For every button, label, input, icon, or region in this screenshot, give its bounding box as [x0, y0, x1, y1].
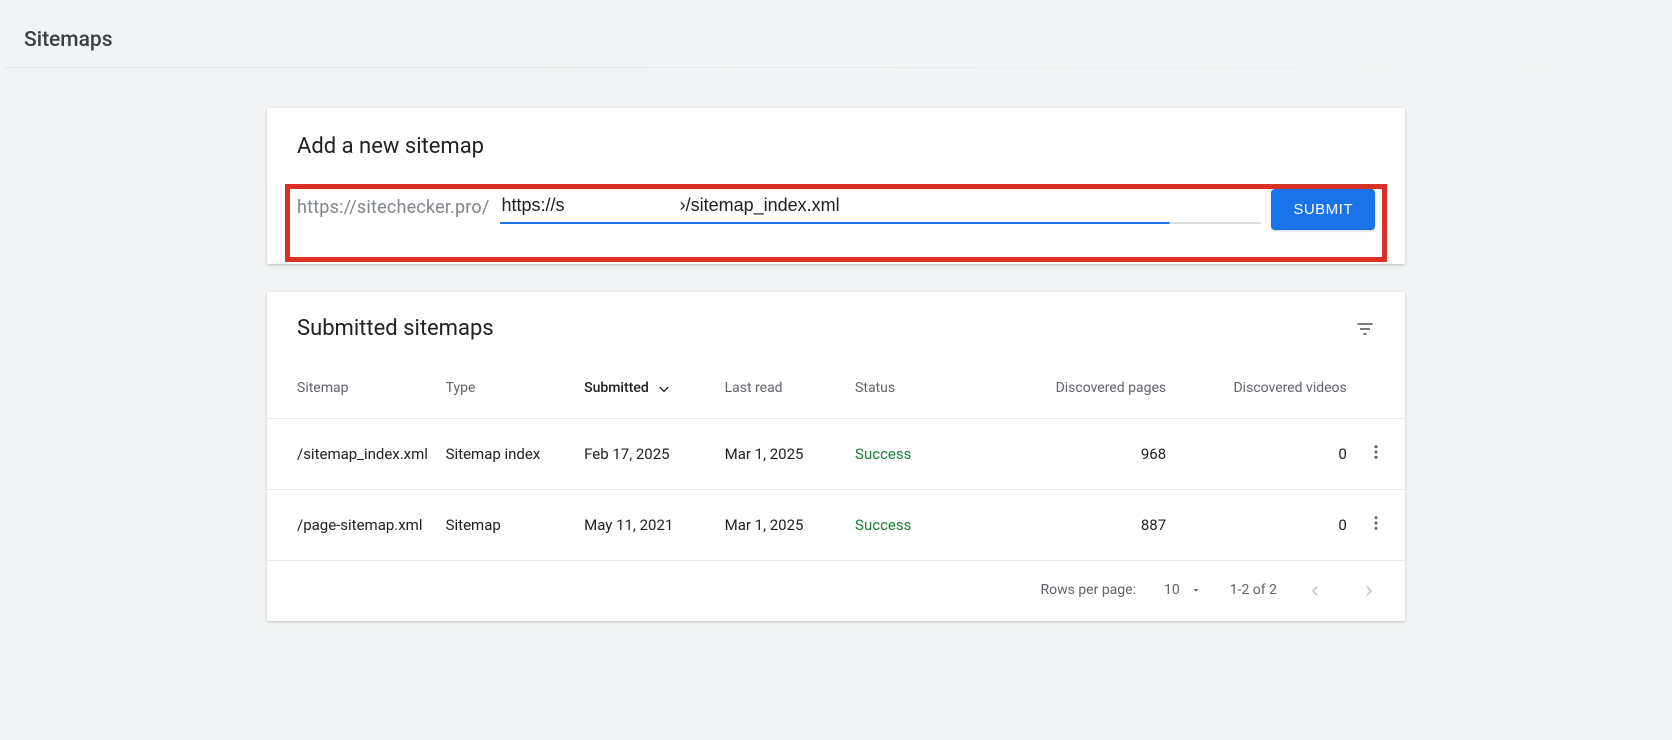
- filter-icon[interactable]: [1355, 319, 1375, 339]
- cell-last-read: Mar 1, 2025: [725, 490, 855, 561]
- submitted-sitemaps-card: Submitted sitemaps Sitemap Type Submitte…: [267, 292, 1405, 621]
- pagination: Rows per page: 10 1-2 of 2: [267, 561, 1405, 621]
- rows-per-page-label: Rows per page:: [1040, 582, 1135, 598]
- more-vert-icon[interactable]: [1367, 447, 1385, 465]
- cell-sitemap: /sitemap_index.xml: [267, 419, 446, 490]
- rows-per-page-select[interactable]: 10: [1164, 582, 1202, 598]
- cell-status: Success: [855, 490, 985, 561]
- table-row[interactable]: /sitemap_index.xml Sitemap index Feb 17,…: [267, 419, 1405, 490]
- cell-type: Sitemap index: [446, 419, 584, 490]
- col-submitted[interactable]: Submitted: [584, 349, 724, 419]
- rows-per-page-value: 10: [1164, 582, 1180, 598]
- page-title: Sitemaps: [24, 28, 1648, 52]
- cell-sitemap: /page-sitemap.xml: [267, 490, 446, 561]
- prev-page-icon[interactable]: [1305, 581, 1323, 599]
- cell-discovered-videos: 0: [1166, 490, 1347, 561]
- submit-button[interactable]: SUBMIT: [1271, 189, 1375, 230]
- more-vert-icon[interactable]: [1367, 518, 1385, 536]
- cell-submitted: May 11, 2021: [584, 490, 724, 561]
- next-page-icon[interactable]: [1359, 581, 1377, 599]
- col-discovered-videos[interactable]: Discovered videos: [1166, 349, 1347, 419]
- cell-submitted: Feb 17, 2025: [584, 419, 724, 490]
- cell-discovered-videos: 0: [1166, 419, 1347, 490]
- chevron-down-icon: [1190, 584, 1202, 596]
- add-sitemap-title: Add a new sitemap: [297, 134, 1375, 159]
- add-sitemap-card: Add a new sitemap https://sitechecker.pr…: [267, 108, 1405, 264]
- sitemaps-table: Sitemap Type Submitted Last read Status …: [267, 349, 1405, 561]
- submitted-sitemaps-title: Submitted sitemaps: [297, 316, 494, 341]
- col-sitemap[interactable]: Sitemap: [267, 349, 446, 419]
- col-submitted-label: Submitted: [584, 380, 649, 396]
- cell-discovered-pages: 968: [986, 419, 1167, 490]
- col-last-read[interactable]: Last read: [725, 349, 855, 419]
- cell-last-read: Mar 1, 2025: [725, 419, 855, 490]
- cell-discovered-pages: 887: [986, 490, 1167, 561]
- arrow-down-icon: [656, 379, 672, 395]
- col-discovered-pages[interactable]: Discovered pages: [986, 349, 1167, 419]
- sitemap-url-input[interactable]: [500, 195, 1262, 224]
- domain-prefix: https://sitechecker.pro/: [297, 197, 490, 222]
- table-row[interactable]: /page-sitemap.xml Sitemap May 11, 2021 M…: [267, 490, 1405, 561]
- page-range: 1-2 of 2: [1230, 582, 1277, 598]
- cell-status: Success: [855, 419, 985, 490]
- col-status[interactable]: Status: [855, 349, 985, 419]
- col-type[interactable]: Type: [446, 349, 584, 419]
- cell-type: Sitemap: [446, 490, 584, 561]
